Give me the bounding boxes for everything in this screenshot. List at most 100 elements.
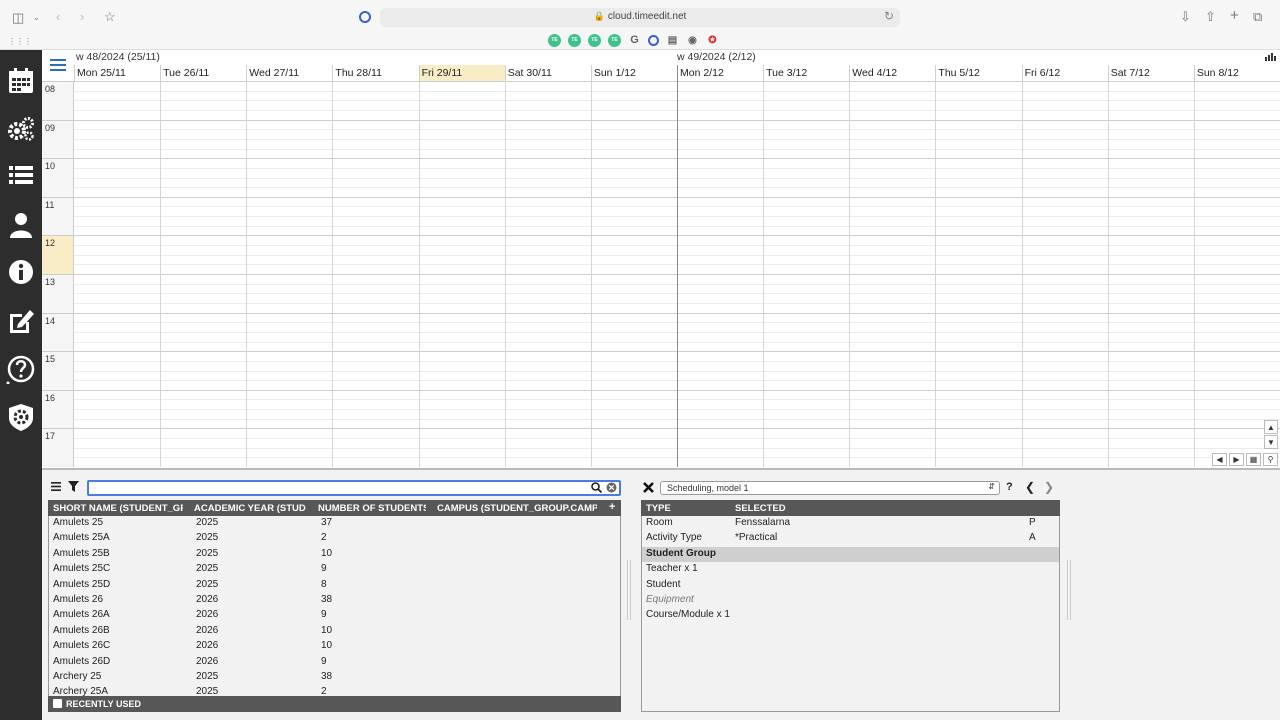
day-header[interactable]: Fri 6/12 [1021,65,1108,81]
day-header[interactable]: Wed 27/11 [246,65,332,81]
table-row[interactable]: Archery 25 2025 38 [49,670,620,685]
column-header-campus[interactable]: CAMPUS (STUDENT_GROUP.CAMPUS) [437,503,597,514]
chevron-down-icon[interactable]: ⌄ [33,10,40,26]
table-row[interactable]: Archery 25A 2025 2 [49,685,620,696]
star-icon[interactable]: ☆ [104,9,116,25]
extension-te-icon[interactable]: TE [548,33,561,47]
add-column-button[interactable]: + [609,501,615,513]
day-header[interactable]: Thu 28/11 [332,65,418,81]
previous-period-button[interactable]: ◀ [1212,453,1227,466]
recently-used-bar[interactable]: RECENTLY USED [48,696,621,712]
table-row[interactable]: Amulets 25C 2025 9 [49,562,620,577]
tab-overview-icon[interactable]: ⧉ [1253,9,1262,25]
day-header[interactable]: Thu 5/12 [935,65,1021,81]
calendar-icon[interactable] [6,66,36,96]
search-field[interactable] [87,480,621,496]
reservation-row[interactable]: Course/Module x 1 [642,608,1059,623]
next-icon[interactable]: ❯ [1044,480,1054,494]
table-row[interactable]: Amulets 25B 2025 10 [49,547,620,562]
calendar-grid[interactable] [74,81,1280,467]
panel-splitter[interactable] [627,560,631,620]
hamburger-icon[interactable] [51,482,61,494]
column-header-number-of-students[interactable]: NUMBER OF STUDENTS ... [318,503,426,514]
clear-search-icon[interactable] [606,482,617,496]
grid-icon[interactable]: ⋮⋮⋮ [8,34,32,50]
reservation-row[interactable]: Student [642,578,1059,593]
object-table-body: Amulets 25 2025 37 Amulets 25A 2025 2 Amulets … [48,516,621,696]
previous-icon[interactable]: ❮ [1025,480,1035,494]
table-row[interactable]: Amulets 26A 2026 9 [49,608,620,623]
grid-column-line [418,81,420,467]
day-header[interactable]: Sat 7/12 [1107,65,1194,81]
sidebar-toggle-icon[interactable]: ◫ [12,10,24,26]
search-icon[interactable] [591,482,603,496]
reservation-row[interactable]: Activity Type *Practical A [642,531,1059,546]
extension-te-icon[interactable]: TE [608,33,621,47]
list-icon[interactable] [6,160,36,190]
table-row[interactable]: Amulets 25A 2025 2 [49,531,620,546]
panel-splitter[interactable] [1067,560,1071,620]
column-header-academic-year[interactable]: ACADEMIC YEAR (STUDE... [194,503,306,514]
reservation-row[interactable]: Room Fenssalarna P [642,516,1059,531]
cell-number-of-students: 37 [321,517,333,528]
extension-reader-icon[interactable]: ▤ [666,34,679,47]
table-row[interactable]: Amulets 25D 2025 8 [49,578,620,593]
extension-password-icon[interactable] [648,34,659,46]
table-row[interactable]: Amulets 26C 2026 10 [49,639,620,654]
help-button[interactable]: ? [1006,481,1013,493]
address-bar[interactable]: 🔒 cloud.timeedit.net ↻ [380,8,900,27]
extension-google-icon[interactable]: G [628,34,641,47]
back-icon[interactable]: ‹ [56,9,60,25]
reservation-selected[interactable]: *Practical [735,532,777,543]
password-manager-icon[interactable] [359,11,371,23]
table-row[interactable]: Amulets 26 2026 38 [49,593,620,608]
scroll-down-button[interactable]: ▼ [1264,435,1278,449]
admin-shield-icon[interactable] [6,402,36,432]
day-header[interactable]: Sun 1/12 [590,65,677,81]
reservation-row[interactable]: Equipment [642,593,1059,608]
zoom-icon[interactable]: ⚲ [1263,453,1278,466]
extension-pdf-icon[interactable]: ✪ [706,34,719,47]
day-header[interactable]: Tue 3/12 [763,65,849,81]
table-row[interactable]: Amulets 26B 2026 10 [49,624,620,639]
share-icon[interactable]: ⇧ [1205,9,1216,25]
scroll-up-button[interactable]: ▲ [1264,420,1278,434]
reservation-row[interactable]: Teacher x 1 [642,562,1059,577]
day-header[interactable]: Tue 26/11 [160,65,246,81]
reservation-row[interactable]: Student Group [642,546,1059,563]
column-header-short-name[interactable]: SHORT NAME (STUDENT_GRO... [53,503,183,514]
search-input[interactable] [91,482,581,494]
extension-te-icon[interactable]: TE [568,33,581,47]
forward-icon[interactable]: › [80,9,84,25]
day-header[interactable]: Sun 8/12 [1193,65,1280,81]
day-header[interactable]: Mon 25/11 [74,65,160,81]
user-icon[interactable] [6,210,36,240]
extension-te-icon[interactable]: TE [588,33,601,47]
day-header[interactable]: Mon 2/12 [677,65,763,81]
new-tab-icon[interactable]: + [1230,8,1239,24]
recently-used-checkbox[interactable] [53,699,62,708]
info-icon[interactable] [6,257,36,287]
day-header[interactable]: Sat 30/11 [504,65,591,81]
reload-icon[interactable]: ↻ [884,9,894,23]
close-icon[interactable] [643,482,654,496]
filter-icon[interactable] [68,481,79,495]
grid-column-line [504,81,506,467]
table-row[interactable]: Amulets 25 2025 37 [49,516,620,531]
date-picker-icon[interactable]: ▦ [1246,453,1261,466]
edit-icon[interactable] [6,306,36,336]
next-period-button[interactable]: ▶ [1229,453,1244,466]
reservation-flag: A [1029,532,1036,544]
download-icon[interactable]: ⇩ [1180,9,1191,25]
bar-chart-icon[interactable] [1265,52,1276,64]
reservation-selected[interactable]: Fenssalarna [735,517,790,528]
help-icon[interactable] [6,354,36,385]
day-header[interactable]: Fri 29/11 [418,65,505,81]
day-header[interactable]: Wed 4/12 [849,65,935,81]
gears-icon[interactable] [6,114,36,144]
extension-globe-icon[interactable]: ◉ [686,34,699,47]
menu-icon[interactable] [42,50,73,80]
model-select[interactable]: Scheduling, model 1 ⇵ [660,481,1000,495]
table-row[interactable]: Amulets 26D 2026 9 [49,655,620,670]
calendar-view[interactable]: w 48/2024 (25/11) w 49/2024 (2/12) Mon 2… [42,50,1280,470]
